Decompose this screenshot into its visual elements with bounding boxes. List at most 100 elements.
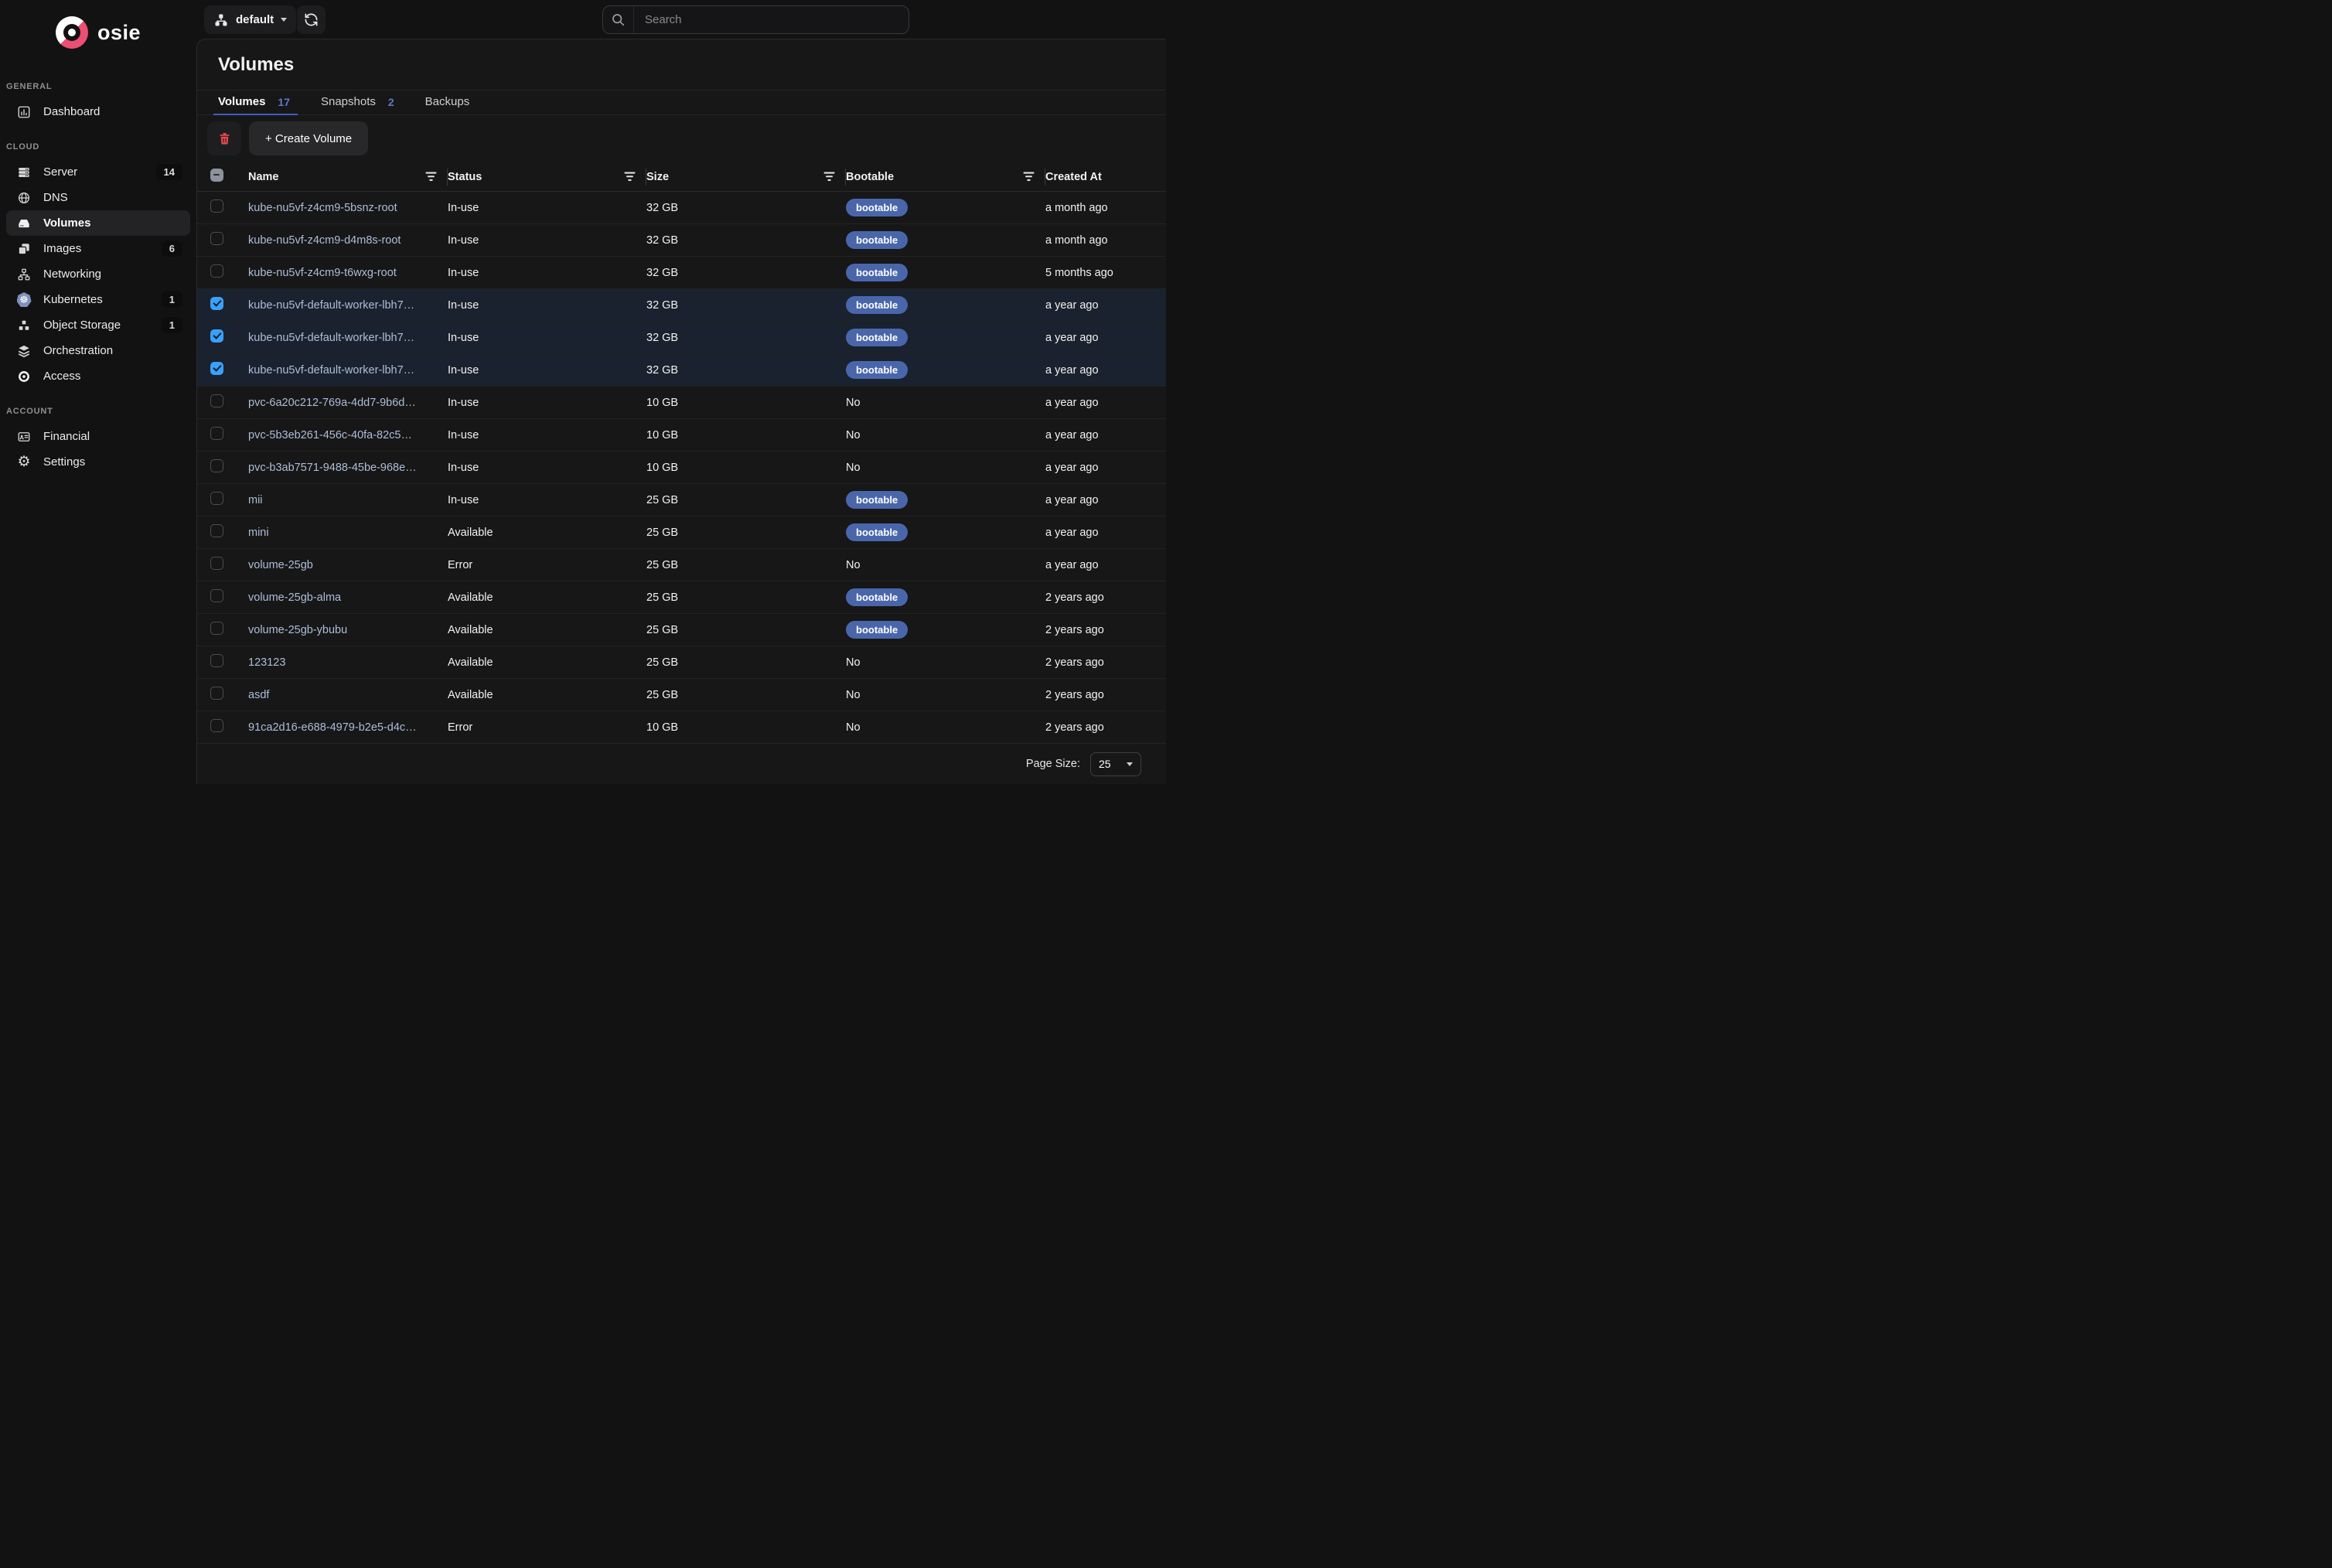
table-row: pvc-6a20c212-769a-4dd7-9b6d…In-use10 GBN… bbox=[197, 387, 1166, 419]
sidebar-item-financial[interactable]: Financial bbox=[6, 424, 190, 449]
column-label: Status bbox=[448, 171, 482, 183]
volume-name-link[interactable]: pvc-6a20c212-769a-4dd7-9b6d… bbox=[248, 397, 448, 409]
tab-snapshots[interactable]: Snapshots2 bbox=[321, 95, 394, 114]
project-selector[interactable]: default bbox=[204, 5, 296, 34]
volume-name-link[interactable]: pvc-5b3eb261-456c-40fa-82c5… bbox=[248, 429, 448, 441]
sidebar-item-label: Networking bbox=[43, 268, 101, 281]
row-checkbox[interactable] bbox=[210, 427, 223, 440]
row-checkbox-cell bbox=[197, 232, 248, 249]
volumes-page: Volumes Volumes17 Snapshots2 Backups + Cre… bbox=[196, 39, 1166, 784]
row-checkbox[interactable] bbox=[210, 654, 223, 667]
bootable-cell: bootable bbox=[846, 264, 1045, 281]
sidebar-item-kubernetes[interactable]: ☸Kubernetes1 bbox=[6, 287, 190, 312]
status-cell: In-use bbox=[448, 462, 646, 474]
table-row: pvc-5b3eb261-456c-40fa-82c5…In-use10 GBN… bbox=[197, 419, 1166, 452]
osie-logo-icon bbox=[56, 16, 88, 49]
row-checkbox[interactable] bbox=[210, 329, 223, 343]
row-checkbox[interactable] bbox=[210, 589, 223, 602]
volume-name-link[interactable]: volume-25gb-alma bbox=[248, 591, 448, 604]
volume-name-link[interactable]: kube-nu5vf-z4cm9-d4m8s-root bbox=[248, 234, 448, 247]
filter-icon[interactable] bbox=[1023, 172, 1035, 182]
row-checkbox[interactable] bbox=[210, 362, 223, 375]
search-input[interactable] bbox=[634, 13, 909, 26]
sidebar-item-orchestration[interactable]: Orchestration bbox=[6, 338, 190, 363]
volume-name-link[interactable]: kube-nu5vf-default-worker-lbh7… bbox=[248, 364, 448, 377]
size-cell: 32 GB bbox=[646, 234, 846, 247]
bootable-cell: No bbox=[846, 429, 1045, 441]
tab-backups[interactable]: Backups bbox=[425, 95, 470, 114]
volume-name-link[interactable]: 123123 bbox=[248, 656, 448, 669]
status-cell: In-use bbox=[448, 429, 646, 441]
created-at-cell: 2 years ago bbox=[1045, 624, 1166, 636]
page-title: Volumes bbox=[218, 54, 294, 76]
row-checkbox[interactable] bbox=[210, 719, 223, 732]
row-checkbox[interactable] bbox=[210, 687, 223, 700]
status-cell: Available bbox=[448, 527, 646, 539]
filter-icon[interactable] bbox=[823, 172, 835, 182]
volume-name-link[interactable]: volume-25gb-ybubu bbox=[248, 624, 448, 636]
filter-icon[interactable] bbox=[624, 172, 636, 182]
sidebar-item-images[interactable]: Images6 bbox=[6, 236, 190, 261]
table-row: kube-nu5vf-z4cm9-t6wxg-rootIn-use32 GBbo… bbox=[197, 257, 1166, 289]
size-cell: 32 GB bbox=[646, 267, 846, 279]
volume-name-link[interactable]: kube-nu5vf-default-worker-lbh7… bbox=[248, 299, 448, 312]
sidebar-item-dns[interactable]: DNS bbox=[6, 185, 190, 210]
tab-label: Snapshots bbox=[321, 95, 376, 108]
filter-icon[interactable] bbox=[425, 172, 437, 182]
row-checkbox[interactable] bbox=[210, 264, 223, 278]
settings-icon: ⚙ bbox=[16, 455, 32, 469]
volume-name-link[interactable]: 91ca2d16-e688-4979-b2e5-d4c… bbox=[248, 721, 448, 734]
tab-label: Backups bbox=[425, 95, 470, 108]
row-checkbox[interactable] bbox=[210, 199, 223, 213]
sidebar-item-object-storage[interactable]: Object Storage1 bbox=[6, 312, 190, 338]
volume-name-link[interactable]: mii bbox=[248, 494, 448, 506]
row-checkbox[interactable] bbox=[210, 394, 223, 407]
volume-name-link[interactable]: asdf bbox=[248, 689, 448, 701]
create-volume-button[interactable]: + Create Volume bbox=[249, 121, 368, 155]
created-at-cell: a year ago bbox=[1045, 397, 1166, 409]
bootable-cell: No bbox=[846, 656, 1045, 669]
sidebar-item-volumes[interactable]: Volumes bbox=[6, 210, 190, 236]
volume-name-link[interactable]: kube-nu5vf-z4cm9-t6wxg-root bbox=[248, 267, 448, 279]
access-icon bbox=[16, 370, 32, 383]
row-checkbox[interactable] bbox=[210, 232, 223, 245]
tab-volumes[interactable]: Volumes17 bbox=[218, 95, 290, 114]
size-cell: 25 GB bbox=[646, 656, 846, 669]
row-checkbox[interactable] bbox=[210, 524, 223, 537]
volume-name-link[interactable]: pvc-b3ab7571-9488-45be-968e… bbox=[248, 462, 448, 474]
refresh-button[interactable] bbox=[297, 5, 326, 34]
trash-icon bbox=[217, 131, 232, 146]
row-checkbox[interactable] bbox=[210, 492, 223, 505]
volume-name-link[interactable]: kube-nu5vf-default-worker-lbh7… bbox=[248, 332, 448, 344]
sidebar-item-networking[interactable]: Networking bbox=[6, 261, 190, 287]
volume-name-link[interactable]: mini bbox=[248, 527, 448, 539]
row-checkbox[interactable] bbox=[210, 622, 223, 635]
sidebar-item-access[interactable]: Access bbox=[6, 363, 190, 389]
table-row: kube-nu5vf-default-worker-lbh7…In-use32 … bbox=[197, 322, 1166, 354]
volume-name-link[interactable]: volume-25gb bbox=[248, 559, 448, 571]
row-checkbox[interactable] bbox=[210, 459, 223, 472]
page-size-select[interactable]: 25 bbox=[1090, 752, 1141, 776]
row-checkbox[interactable] bbox=[210, 557, 223, 570]
bootable-badge: bootable bbox=[846, 329, 908, 346]
sidebar-item-label: DNS bbox=[43, 191, 68, 204]
sidebar-item-settings[interactable]: ⚙Settings bbox=[6, 449, 190, 475]
size-cell: 32 GB bbox=[646, 364, 846, 377]
row-checkbox[interactable] bbox=[210, 297, 223, 310]
row-checkbox-cell bbox=[197, 264, 248, 281]
select-all-checkbox[interactable] bbox=[210, 169, 223, 182]
status-cell: Error bbox=[448, 721, 646, 734]
bootable-cell: bootable bbox=[846, 621, 1045, 639]
delete-button[interactable] bbox=[207, 121, 241, 155]
table-row: kube-nu5vf-default-worker-lbh7…In-use32 … bbox=[197, 354, 1166, 387]
sidebar-sections: GENERALDashboardCLOUDServer14DNSVolumesI… bbox=[0, 49, 196, 475]
sidebar-item-dashboard[interactable]: Dashboard bbox=[6, 99, 190, 124]
sidebar-item-server[interactable]: Server14 bbox=[6, 159, 190, 185]
volume-name-link[interactable]: kube-nu5vf-z4cm9-5bsnz-root bbox=[248, 202, 448, 214]
bootable-badge: bootable bbox=[846, 588, 908, 606]
chevron-down-icon bbox=[281, 18, 287, 22]
status-cell: In-use bbox=[448, 397, 646, 409]
app-logo[interactable]: osie bbox=[0, 0, 196, 49]
column-header-bootable: Bootable bbox=[846, 162, 1045, 191]
table-row: volume-25gb-almaAvailable25 GBbootable2 … bbox=[197, 581, 1166, 614]
